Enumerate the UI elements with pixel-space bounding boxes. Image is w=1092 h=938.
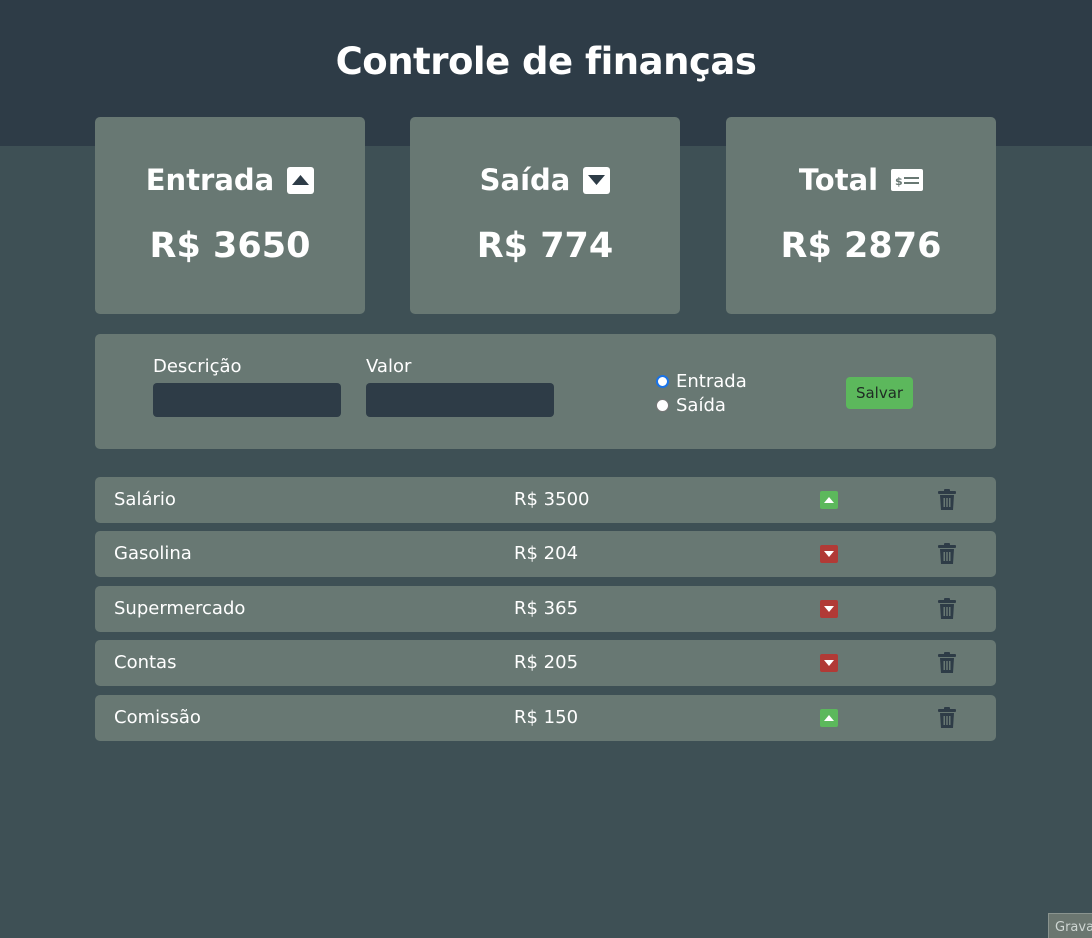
row-description: Supermercado bbox=[114, 598, 246, 619]
transaction-form: Descrição Valor Entrada Saída Salvar bbox=[95, 334, 996, 449]
table-row: Contas R$ 205 bbox=[95, 640, 996, 686]
value-input[interactable] bbox=[366, 383, 554, 417]
row-description: Comissão bbox=[114, 707, 201, 728]
trash-icon[interactable] bbox=[937, 489, 957, 511]
money-check-icon: $ bbox=[891, 169, 924, 191]
save-button[interactable]: Salvar bbox=[846, 377, 913, 409]
caret-down-square-icon bbox=[820, 654, 838, 672]
caret-up-square-icon bbox=[287, 166, 315, 194]
row-description: Gasolina bbox=[114, 543, 192, 564]
row-value: R$ 150 bbox=[514, 707, 579, 728]
value-label: Valor bbox=[366, 356, 412, 377]
caret-down-square-icon bbox=[820, 545, 838, 563]
card-saida-value: R$ 774 bbox=[476, 226, 614, 266]
card-entrada-value: R$ 3650 bbox=[149, 226, 311, 266]
table-row: Comissão R$ 150 bbox=[95, 695, 996, 741]
radio-entrada[interactable] bbox=[656, 375, 669, 388]
card-total: Total $ R$ 2876 bbox=[726, 117, 996, 314]
caret-up-square-icon bbox=[820, 709, 838, 727]
row-value: R$ 205 bbox=[514, 652, 579, 673]
trash-icon[interactable] bbox=[937, 543, 957, 565]
description-label: Descrição bbox=[153, 356, 242, 377]
table-row: Gasolina R$ 204 bbox=[95, 531, 996, 577]
card-total-label: Total bbox=[798, 163, 879, 197]
trash-icon[interactable] bbox=[937, 598, 957, 620]
row-description: Salário bbox=[114, 489, 176, 510]
card-saida: Saída R$ 774 bbox=[410, 117, 680, 314]
card-saida-label: Saída bbox=[479, 163, 571, 197]
corner-tab[interactable]: Grava bbox=[1048, 913, 1092, 938]
trash-icon[interactable] bbox=[937, 652, 957, 674]
row-value: R$ 204 bbox=[514, 543, 579, 564]
card-entrada-label: Entrada bbox=[145, 163, 275, 197]
caret-up-square-icon bbox=[820, 491, 838, 509]
radio-saida[interactable] bbox=[656, 399, 669, 412]
caret-down-square-icon bbox=[583, 166, 611, 194]
description-input[interactable] bbox=[153, 383, 341, 417]
radio-saida-label: Saída bbox=[676, 395, 726, 416]
table-row: Supermercado R$ 365 bbox=[95, 586, 996, 632]
svg-text:$: $ bbox=[895, 175, 903, 188]
row-value: R$ 365 bbox=[514, 598, 579, 619]
card-total-value: R$ 2876 bbox=[780, 226, 942, 266]
card-entrada: Entrada R$ 3650 bbox=[95, 117, 365, 314]
row-value: R$ 3500 bbox=[514, 489, 590, 510]
trash-icon[interactable] bbox=[937, 707, 957, 729]
page-title: Controle de finanças bbox=[335, 40, 757, 83]
table-row: Salário R$ 3500 bbox=[95, 477, 996, 523]
radio-entrada-option[interactable]: Entrada bbox=[656, 371, 747, 392]
radio-saida-option[interactable]: Saída bbox=[656, 395, 726, 416]
row-description: Contas bbox=[114, 652, 177, 673]
radio-entrada-label: Entrada bbox=[676, 371, 747, 392]
caret-down-square-icon bbox=[820, 600, 838, 618]
